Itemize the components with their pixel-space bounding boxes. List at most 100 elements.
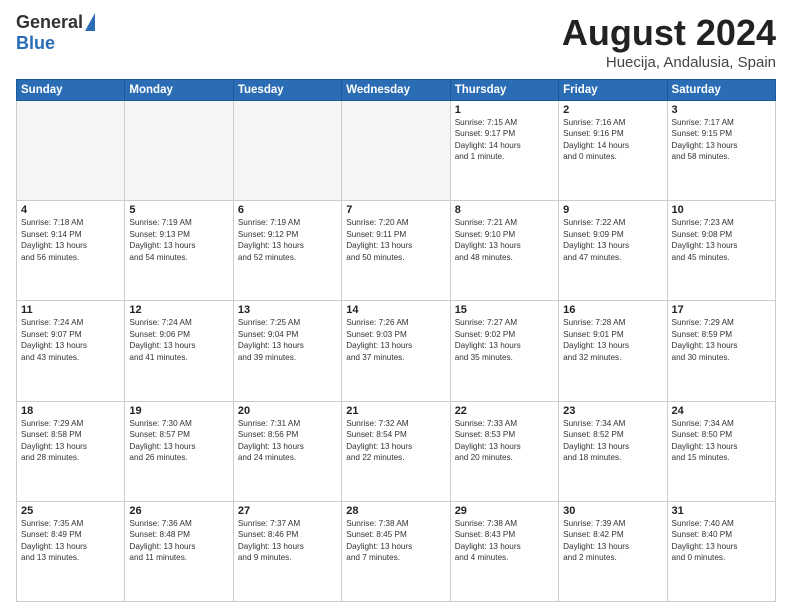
calendar-cell: 30Sunrise: 7:39 AMSunset: 8:42 PMDayligh… — [559, 501, 667, 601]
calendar-cell: 16Sunrise: 7:28 AMSunset: 9:01 PMDayligh… — [559, 301, 667, 401]
calendar-cell: 2Sunrise: 7:16 AMSunset: 9:16 PMDaylight… — [559, 101, 667, 201]
calendar-week-3: 11Sunrise: 7:24 AMSunset: 9:07 PMDayligh… — [17, 301, 776, 401]
calendar-cell — [125, 101, 233, 201]
col-wednesday: Wednesday — [342, 80, 450, 101]
day-number: 26 — [129, 505, 228, 517]
day-number: 28 — [346, 505, 445, 517]
day-number: 4 — [21, 204, 120, 216]
title-block: August 2024 Huecija, Andalusia, Spain — [562, 12, 776, 71]
day-number: 12 — [129, 304, 228, 316]
day-number: 27 — [238, 505, 337, 517]
day-number: 31 — [672, 505, 771, 517]
calendar-cell: 21Sunrise: 7:32 AMSunset: 8:54 PMDayligh… — [342, 401, 450, 501]
calendar-cell: 11Sunrise: 7:24 AMSunset: 9:07 PMDayligh… — [17, 301, 125, 401]
day-number: 9 — [563, 204, 662, 216]
day-number: 22 — [455, 405, 554, 417]
day-info: Sunrise: 7:20 AMSunset: 9:11 PMDaylight:… — [346, 217, 445, 263]
calendar-cell: 26Sunrise: 7:36 AMSunset: 8:48 PMDayligh… — [125, 501, 233, 601]
col-saturday: Saturday — [667, 80, 775, 101]
day-info: Sunrise: 7:22 AMSunset: 9:09 PMDaylight:… — [563, 217, 662, 263]
day-info: Sunrise: 7:36 AMSunset: 8:48 PMDaylight:… — [129, 518, 228, 564]
day-info: Sunrise: 7:30 AMSunset: 8:57 PMDaylight:… — [129, 418, 228, 464]
calendar-week-2: 4Sunrise: 7:18 AMSunset: 9:14 PMDaylight… — [17, 201, 776, 301]
day-info: Sunrise: 7:37 AMSunset: 8:46 PMDaylight:… — [238, 518, 337, 564]
day-info: Sunrise: 7:40 AMSunset: 8:40 PMDaylight:… — [672, 518, 771, 564]
day-number: 17 — [672, 304, 771, 316]
day-info: Sunrise: 7:29 AMSunset: 8:58 PMDaylight:… — [21, 418, 120, 464]
day-info: Sunrise: 7:35 AMSunset: 8:49 PMDaylight:… — [21, 518, 120, 564]
calendar-cell: 29Sunrise: 7:38 AMSunset: 8:43 PMDayligh… — [450, 501, 558, 601]
day-info: Sunrise: 7:39 AMSunset: 8:42 PMDaylight:… — [563, 518, 662, 564]
page: General Blue August 2024 Huecija, Andalu… — [0, 0, 792, 612]
day-info: Sunrise: 7:18 AMSunset: 9:14 PMDaylight:… — [21, 217, 120, 263]
calendar-cell: 27Sunrise: 7:37 AMSunset: 8:46 PMDayligh… — [233, 501, 341, 601]
day-info: Sunrise: 7:31 AMSunset: 8:56 PMDaylight:… — [238, 418, 337, 464]
day-number: 29 — [455, 505, 554, 517]
calendar-cell: 23Sunrise: 7:34 AMSunset: 8:52 PMDayligh… — [559, 401, 667, 501]
day-number: 13 — [238, 304, 337, 316]
day-number: 2 — [563, 104, 662, 116]
logo-general: General — [16, 12, 83, 33]
day-info: Sunrise: 7:15 AMSunset: 9:17 PMDaylight:… — [455, 117, 554, 163]
day-info: Sunrise: 7:33 AMSunset: 8:53 PMDaylight:… — [455, 418, 554, 464]
day-number: 24 — [672, 405, 771, 417]
calendar-week-5: 25Sunrise: 7:35 AMSunset: 8:49 PMDayligh… — [17, 501, 776, 601]
day-info: Sunrise: 7:24 AMSunset: 9:06 PMDaylight:… — [129, 317, 228, 363]
calendar-cell: 12Sunrise: 7:24 AMSunset: 9:06 PMDayligh… — [125, 301, 233, 401]
col-sunday: Sunday — [17, 80, 125, 101]
calendar-week-1: 1Sunrise: 7:15 AMSunset: 9:17 PMDaylight… — [17, 101, 776, 201]
day-info: Sunrise: 7:38 AMSunset: 8:45 PMDaylight:… — [346, 518, 445, 564]
header: General Blue August 2024 Huecija, Andalu… — [16, 12, 776, 71]
day-info: Sunrise: 7:16 AMSunset: 9:16 PMDaylight:… — [563, 117, 662, 163]
day-info: Sunrise: 7:32 AMSunset: 8:54 PMDaylight:… — [346, 418, 445, 464]
calendar-cell: 31Sunrise: 7:40 AMSunset: 8:40 PMDayligh… — [667, 501, 775, 601]
day-number: 8 — [455, 204, 554, 216]
day-info: Sunrise: 7:19 AMSunset: 9:12 PMDaylight:… — [238, 217, 337, 263]
calendar-cell: 14Sunrise: 7:26 AMSunset: 9:03 PMDayligh… — [342, 301, 450, 401]
day-info: Sunrise: 7:26 AMSunset: 9:03 PMDaylight:… — [346, 317, 445, 363]
day-info: Sunrise: 7:34 AMSunset: 8:52 PMDaylight:… — [563, 418, 662, 464]
day-number: 1 — [455, 104, 554, 116]
calendar-week-4: 18Sunrise: 7:29 AMSunset: 8:58 PMDayligh… — [17, 401, 776, 501]
calendar-location: Huecija, Andalusia, Spain — [562, 54, 776, 71]
day-info: Sunrise: 7:23 AMSunset: 9:08 PMDaylight:… — [672, 217, 771, 263]
logo-blue: Blue — [16, 33, 55, 54]
day-info: Sunrise: 7:27 AMSunset: 9:02 PMDaylight:… — [455, 317, 554, 363]
calendar-cell: 5Sunrise: 7:19 AMSunset: 9:13 PMDaylight… — [125, 201, 233, 301]
day-number: 3 — [672, 104, 771, 116]
day-info: Sunrise: 7:29 AMSunset: 8:59 PMDaylight:… — [672, 317, 771, 363]
calendar-table: Sunday Monday Tuesday Wednesday Thursday… — [16, 79, 776, 602]
day-info: Sunrise: 7:17 AMSunset: 9:15 PMDaylight:… — [672, 117, 771, 163]
calendar-cell: 17Sunrise: 7:29 AMSunset: 8:59 PMDayligh… — [667, 301, 775, 401]
calendar-cell: 8Sunrise: 7:21 AMSunset: 9:10 PMDaylight… — [450, 201, 558, 301]
calendar-cell: 6Sunrise: 7:19 AMSunset: 9:12 PMDaylight… — [233, 201, 341, 301]
day-number: 18 — [21, 405, 120, 417]
day-number: 5 — [129, 204, 228, 216]
day-info: Sunrise: 7:21 AMSunset: 9:10 PMDaylight:… — [455, 217, 554, 263]
day-number: 11 — [21, 304, 120, 316]
calendar-cell: 9Sunrise: 7:22 AMSunset: 9:09 PMDaylight… — [559, 201, 667, 301]
calendar-cell: 28Sunrise: 7:38 AMSunset: 8:45 PMDayligh… — [342, 501, 450, 601]
day-info: Sunrise: 7:19 AMSunset: 9:13 PMDaylight:… — [129, 217, 228, 263]
day-number: 21 — [346, 405, 445, 417]
col-monday: Monday — [125, 80, 233, 101]
header-row: Sunday Monday Tuesday Wednesday Thursday… — [17, 80, 776, 101]
day-info: Sunrise: 7:25 AMSunset: 9:04 PMDaylight:… — [238, 317, 337, 363]
calendar-cell: 22Sunrise: 7:33 AMSunset: 8:53 PMDayligh… — [450, 401, 558, 501]
calendar-cell: 25Sunrise: 7:35 AMSunset: 8:49 PMDayligh… — [17, 501, 125, 601]
col-tuesday: Tuesday — [233, 80, 341, 101]
day-number: 10 — [672, 204, 771, 216]
calendar-cell: 10Sunrise: 7:23 AMSunset: 9:08 PMDayligh… — [667, 201, 775, 301]
day-number: 19 — [129, 405, 228, 417]
day-info: Sunrise: 7:34 AMSunset: 8:50 PMDaylight:… — [672, 418, 771, 464]
calendar-title: August 2024 — [562, 12, 776, 54]
day-number: 15 — [455, 304, 554, 316]
col-thursday: Thursday — [450, 80, 558, 101]
calendar-cell: 18Sunrise: 7:29 AMSunset: 8:58 PMDayligh… — [17, 401, 125, 501]
calendar-cell: 3Sunrise: 7:17 AMSunset: 9:15 PMDaylight… — [667, 101, 775, 201]
calendar-cell: 15Sunrise: 7:27 AMSunset: 9:02 PMDayligh… — [450, 301, 558, 401]
calendar-cell: 19Sunrise: 7:30 AMSunset: 8:57 PMDayligh… — [125, 401, 233, 501]
logo-triangle-icon — [85, 13, 95, 31]
calendar-cell — [342, 101, 450, 201]
day-info: Sunrise: 7:38 AMSunset: 8:43 PMDaylight:… — [455, 518, 554, 564]
